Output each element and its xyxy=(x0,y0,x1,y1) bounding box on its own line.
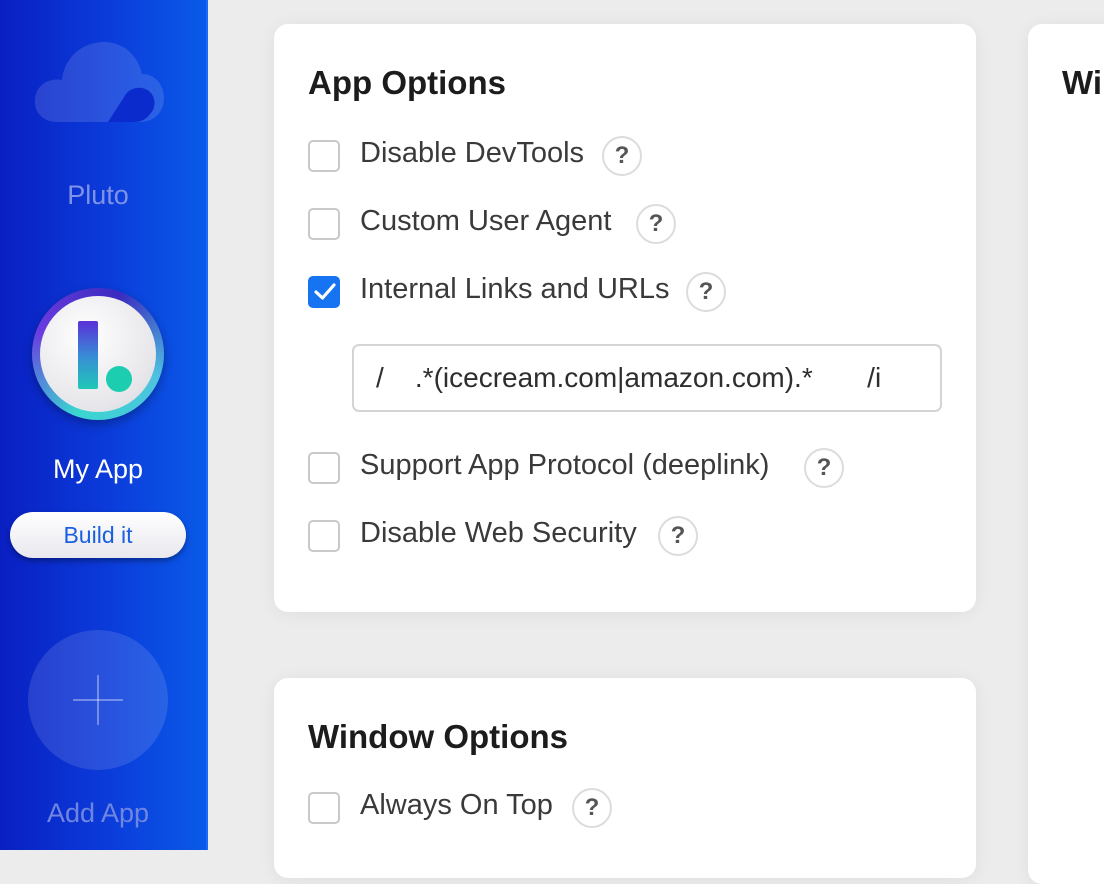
disable-devtools-checkbox[interactable] xyxy=(308,140,340,172)
help-icon[interactable]: ? xyxy=(804,448,844,488)
right-options-card: Wi xyxy=(1028,24,1104,884)
help-icon[interactable]: ? xyxy=(572,788,612,828)
internal-links-regex-input[interactable] xyxy=(352,344,942,412)
help-icon[interactable]: ? xyxy=(658,516,698,556)
add-app-button[interactable] xyxy=(28,630,168,770)
right-card-title: Wi xyxy=(1062,64,1103,101)
build-it-button[interactable]: Build it xyxy=(10,512,186,558)
disable-web-security-checkbox[interactable] xyxy=(308,520,340,552)
option-label: Disable DevTools xyxy=(360,137,585,169)
app-options-title: App Options xyxy=(308,64,506,101)
help-icon[interactable]: ? xyxy=(686,272,726,312)
internal-links-checkbox[interactable] xyxy=(308,276,340,308)
app-logo-icon[interactable] xyxy=(32,288,164,420)
help-icon[interactable]: ? xyxy=(636,204,676,244)
cloud-icon[interactable] xyxy=(30,36,166,126)
support-app-protocol-checkbox[interactable] xyxy=(308,452,340,484)
always-on-top-checkbox[interactable] xyxy=(308,792,340,824)
option-label: Custom User Agent xyxy=(360,205,612,237)
option-label: Support App Protocol (deeplink) xyxy=(360,449,770,481)
sidebar: Pluto My App Build it Add App xyxy=(0,0,208,850)
help-icon[interactable]: ? xyxy=(602,136,642,176)
window-options-card: Window Options Always On Top ? xyxy=(274,678,976,878)
add-app-label[interactable]: Add App xyxy=(0,798,196,829)
custom-user-agent-checkbox[interactable] xyxy=(308,208,340,240)
app-options-card: App Options Disable DevTools ? Custom Us… xyxy=(274,24,976,612)
window-options-title: Window Options xyxy=(308,718,568,755)
app-label-pluto[interactable]: Pluto xyxy=(0,180,196,211)
checkmark-icon xyxy=(314,283,336,300)
option-label: Always On Top xyxy=(360,789,553,821)
app-label-my-app[interactable]: My App xyxy=(0,454,196,485)
option-label: Disable Web Security xyxy=(360,517,637,549)
option-label: Internal Links and URLs xyxy=(360,273,670,305)
